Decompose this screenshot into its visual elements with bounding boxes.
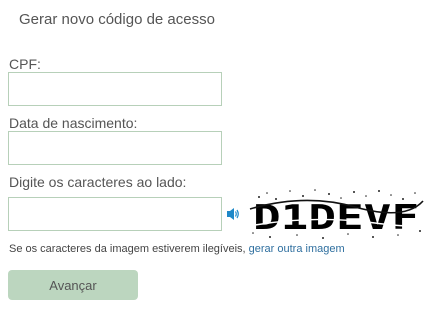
birthdate-input[interactable] — [8, 131, 222, 165]
cpf-input[interactable] — [8, 72, 222, 106]
captcha-label: Digite os caracteres ao lado: — [9, 174, 187, 190]
cpf-label: CPF: — [9, 56, 41, 72]
speaker-icon[interactable] — [226, 207, 240, 221]
captcha-text: D1DEVF — [253, 198, 419, 238]
captcha-image: D1DEVF — [249, 189, 425, 239]
form-title: Gerar novo código de acesso — [19, 11, 215, 28]
captcha-hint-text: Se os caracteres da imagem estiverem ile… — [9, 243, 249, 255]
captcha-input[interactable] — [8, 197, 222, 231]
regenerate-image-link[interactable]: gerar outra imagem — [249, 243, 345, 255]
birthdate-label: Data de nascimento: — [9, 115, 138, 131]
access-code-form: Gerar novo código de acesso CPF: Data de… — [0, 0, 425, 316]
captcha-hint: Se os caracteres da imagem estiverem ile… — [9, 243, 345, 255]
submit-button[interactable]: Avançar — [8, 270, 138, 300]
